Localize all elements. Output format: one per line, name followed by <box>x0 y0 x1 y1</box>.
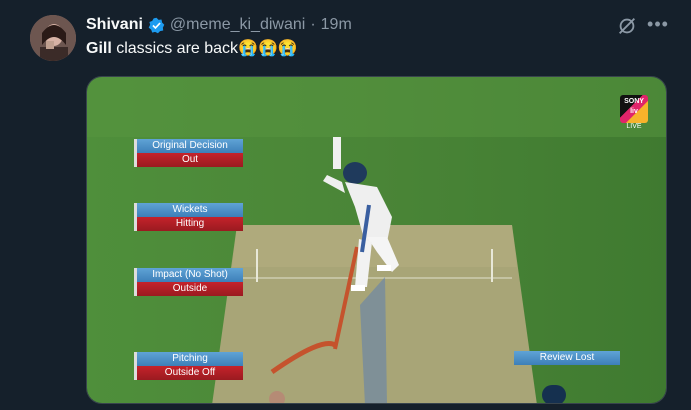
panel-title: Wickets <box>137 203 243 217</box>
separator-dot: · <box>310 16 316 33</box>
tweet-text: Gill classics are back😭😭😭 <box>86 38 298 60</box>
tweet-timestamp[interactable]: 19m <box>321 16 352 34</box>
panel-title: Original Decision <box>137 139 243 153</box>
tweet-text-bold: Gill <box>86 40 112 57</box>
broadcaster-mid: liv <box>630 108 638 115</box>
panel-value: Hitting <box>137 217 243 231</box>
tweet-text-rest: classics are back😭😭😭 <box>111 40 298 57</box>
tweet-media-image[interactable]: SONY liv LIVE Original Decision Out Wick… <box>86 76 667 404</box>
broadcaster-logo: SONY liv LIVE <box>619 95 649 130</box>
verified-badge-icon <box>148 17 165 34</box>
live-label: LIVE <box>626 123 642 130</box>
drs-panel-impact: Impact (No Shot) Outside <box>134 268 243 296</box>
drs-panel-wickets: Wickets Hitting <box>134 203 243 231</box>
avatar-photo <box>30 15 76 61</box>
panel-title: Impact (No Shot) <box>137 268 243 282</box>
drs-panel-original-decision: Original Decision Out <box>134 139 243 167</box>
panel-value: Outside <box>137 282 243 296</box>
broadcaster-top: SONY <box>624 98 644 105</box>
panel-value: Outside Off <box>137 366 243 380</box>
avatar[interactable] <box>30 15 76 61</box>
tweet-header: Shivani @meme_ki_diwani · 19m <box>86 14 352 36</box>
panel-title: Pitching <box>137 352 243 366</box>
grok-icon[interactable] <box>616 15 638 37</box>
sonyliv-logo-icon: SONY liv <box>620 95 648 123</box>
more-options-icon[interactable]: ••• <box>646 13 670 37</box>
review-status-badge: Review Lost <box>514 351 620 365</box>
panel-value: Out <box>137 153 243 167</box>
author-name[interactable]: Shivani <box>86 16 143 34</box>
drs-panel-pitching: Pitching Outside Off <box>134 352 243 380</box>
author-handle[interactable]: @meme_ki_diwani <box>170 16 305 34</box>
